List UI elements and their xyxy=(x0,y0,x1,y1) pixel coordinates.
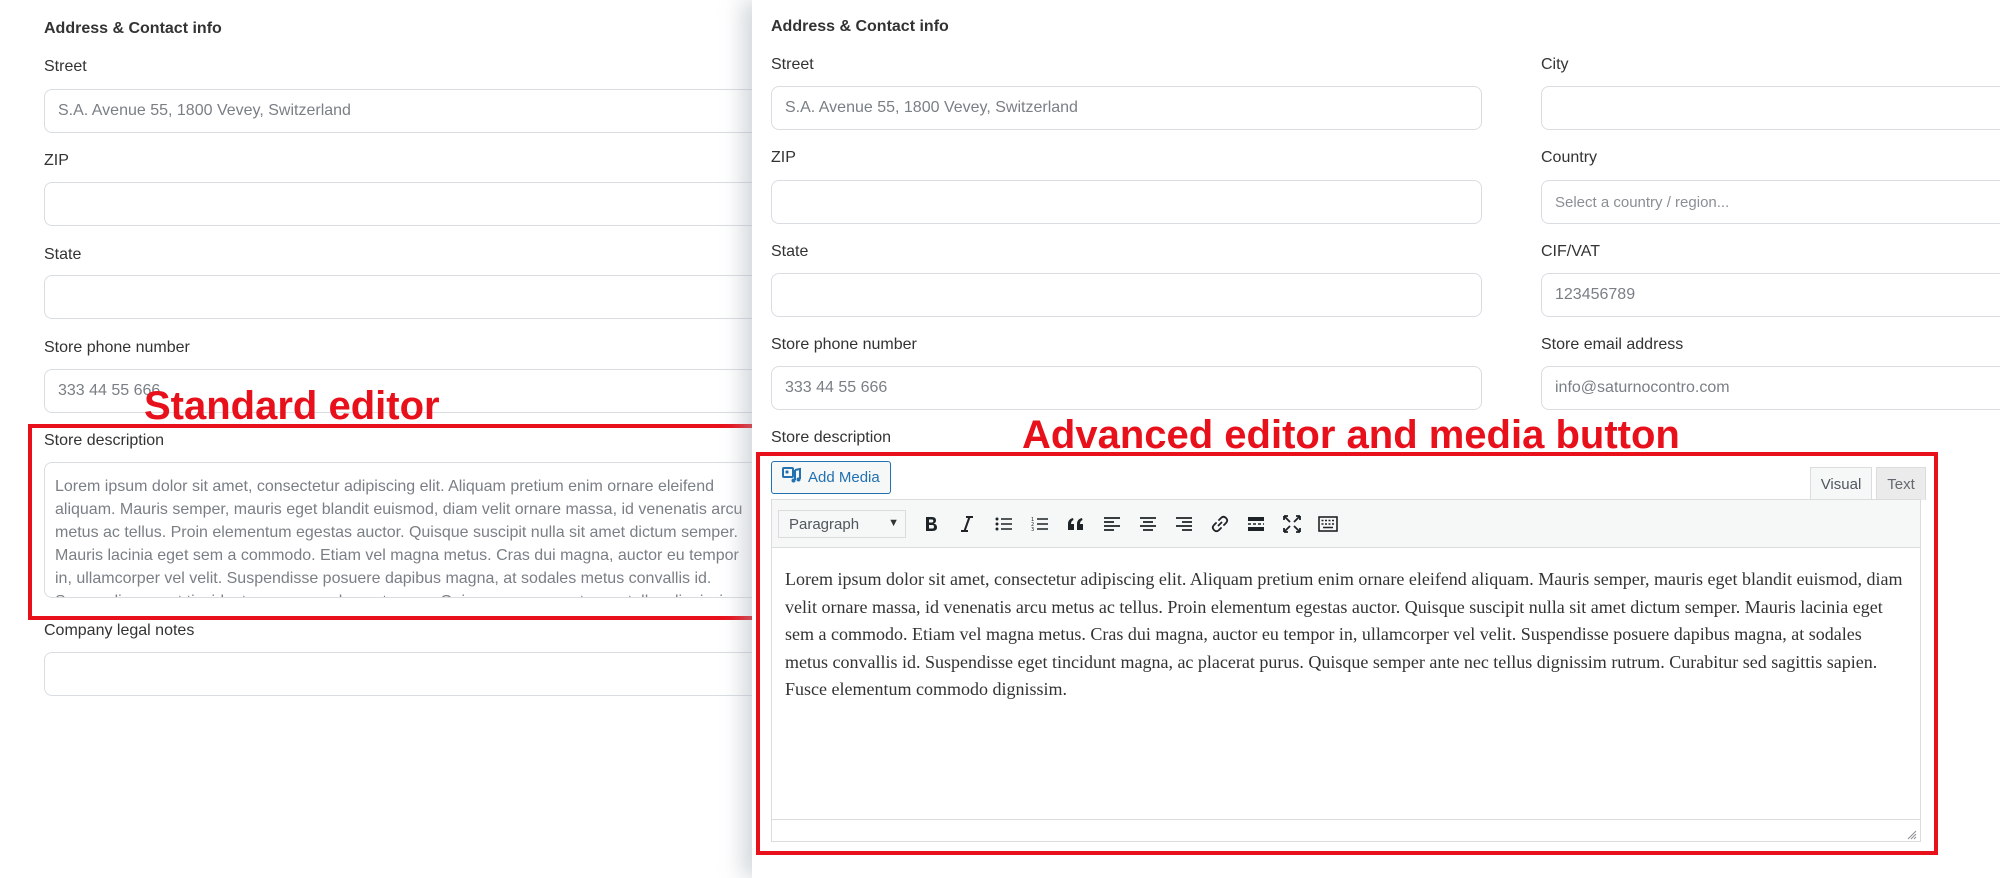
street-label: Street xyxy=(44,58,87,75)
state-label: State xyxy=(44,246,82,263)
street-label: Street xyxy=(771,56,814,73)
street-input[interactable]: S.A. Avenue 55, 1800 Vevey, Switzerland xyxy=(771,86,1482,130)
zip-label: ZIP xyxy=(771,149,796,166)
phone-label: Store phone number xyxy=(44,339,190,356)
phone-label: Store phone number xyxy=(771,336,917,353)
email-label: Store email address xyxy=(1541,336,1684,353)
street-input[interactable]: S.A. Avenue 55, 1800 Vevey, Switzerland xyxy=(44,89,764,133)
state-input[interactable] xyxy=(44,275,764,319)
country-label: Country xyxy=(1541,149,1598,166)
section-title: Address & Contact info xyxy=(771,18,949,35)
phone-input[interactable]: 333 44 55 666 xyxy=(771,366,1482,410)
standard-editor-annotation: Standard editor xyxy=(144,384,440,428)
advanced-editor-highlight xyxy=(756,452,1938,855)
zip-input[interactable] xyxy=(44,182,764,226)
advanced-editor-annotation: Advanced editor and media button xyxy=(1022,413,1680,457)
state-label: State xyxy=(771,243,809,260)
state-input[interactable] xyxy=(771,273,1482,317)
vat-input[interactable]: 123456789 xyxy=(1541,273,2000,317)
city-input[interactable] xyxy=(1541,86,2000,130)
legal-notes-label: Company legal notes xyxy=(44,622,195,639)
legal-notes-input[interactable] xyxy=(44,652,764,696)
zip-input[interactable] xyxy=(771,180,1482,224)
description-label: Store description xyxy=(771,429,892,446)
standard-editor-highlight xyxy=(28,424,768,620)
vat-label: CIF/VAT xyxy=(1541,243,1600,260)
email-input[interactable]: info@saturnocontro.com xyxy=(1541,366,2000,410)
city-label: City xyxy=(1541,56,1569,73)
country-select[interactable]: Select a country / region... xyxy=(1541,180,2000,224)
section-title: Address & Contact info xyxy=(44,20,222,37)
zip-label: ZIP xyxy=(44,152,69,169)
